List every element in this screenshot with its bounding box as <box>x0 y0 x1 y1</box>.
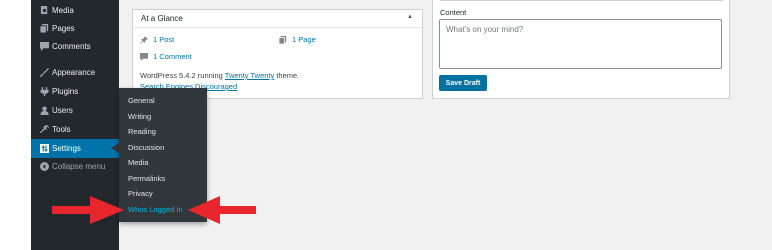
comments-icon <box>36 42 52 51</box>
comment-icon <box>140 52 148 61</box>
sidebar-item-label: Settings <box>52 144 81 153</box>
sidebar-item-label: Appearance <box>52 68 96 77</box>
submenu-item-privacy[interactable]: Privacy <box>128 189 153 198</box>
active-menu-pointer <box>111 143 119 153</box>
submenu-item-writing[interactable]: Writing <box>128 112 151 121</box>
save-draft-button[interactable]: Save Draft <box>439 75 487 91</box>
right-red-arrow-icon <box>188 196 256 224</box>
tools-icon <box>36 125 52 134</box>
sidebar-item-label: Media <box>52 6 74 15</box>
theme-suffix-text: theme. <box>274 71 300 80</box>
pages-icon <box>36 24 52 33</box>
submenu-item-permalinks[interactable]: Permalinks <box>128 174 165 183</box>
sidebar-item-label: Users <box>52 106 73 115</box>
wordpress-version-text: WordPress 5.4.2 running Twenty Twenty th… <box>140 71 299 80</box>
sidebar-item-users[interactable]: Users <box>31 101 119 120</box>
sidebar-item-media[interactable]: Media <box>31 1 119 20</box>
sidebar-item-pages[interactable]: Pages <box>31 19 119 38</box>
sidebar-item-settings[interactable]: Settings <box>31 139 119 158</box>
version-text: WordPress 5.4.2 running <box>140 71 225 80</box>
pages-count-label: 1 Page <box>292 35 316 44</box>
content-placeholder: What’s on your mind? <box>446 25 524 34</box>
media-icon <box>36 6 52 15</box>
quick-draft-title-divider <box>440 0 723 1</box>
page-icon <box>279 35 287 44</box>
sidebar-item-label: Plugins <box>52 87 79 96</box>
pin-icon <box>140 35 148 44</box>
pages-count-link[interactable]: 1 Page <box>279 35 316 44</box>
submenu-item-general[interactable]: General <box>128 96 155 105</box>
content-textarea[interactable]: What’s on your mind? <box>439 19 722 69</box>
sidebar-item-label: Comments <box>52 42 91 51</box>
submenu-item-whos-logged-in[interactable]: Whos Logged In <box>128 205 183 214</box>
posts-count-label: 1 Post <box>153 35 175 44</box>
sidebar-item-label: Tools <box>52 125 71 134</box>
sidebar-item-tools[interactable]: Tools <box>31 120 119 139</box>
settings-icon <box>36 144 52 153</box>
widget-title: At a Glance <box>141 14 183 23</box>
comments-count-label: 1 Comment <box>153 52 192 61</box>
plugins-icon <box>36 87 52 96</box>
posts-count-link[interactable]: 1 Post <box>140 35 174 44</box>
users-icon <box>36 106 52 115</box>
collapse-icon <box>36 162 52 171</box>
left-red-arrow-icon <box>52 196 124 224</box>
sidebar-item-plugins[interactable]: Plugins <box>31 82 119 101</box>
sidebar-item-label: Collapse menu <box>52 162 106 171</box>
collapse-toggle-icon[interactable]: ▲ <box>407 14 413 20</box>
sidebar-item-appearance[interactable]: Appearance <box>31 63 119 82</box>
sidebar-item-label: Pages <box>52 24 75 33</box>
submenu-item-discussion[interactable]: Discussion <box>128 143 164 152</box>
sidebar-item-comments[interactable]: Comments <box>31 37 119 56</box>
appearance-icon <box>36 68 52 77</box>
collapse-menu-button[interactable]: Collapse menu <box>31 157 119 176</box>
submenu-item-media[interactable]: Media <box>128 158 148 167</box>
widget-header[interactable]: At a Glance ▲ <box>133 10 422 28</box>
submenu-item-reading[interactable]: Reading <box>128 127 156 136</box>
content-label: Content <box>440 8 467 17</box>
comments-count-link[interactable]: 1 Comment <box>140 52 192 61</box>
theme-link[interactable]: Twenty Twenty <box>225 71 274 80</box>
